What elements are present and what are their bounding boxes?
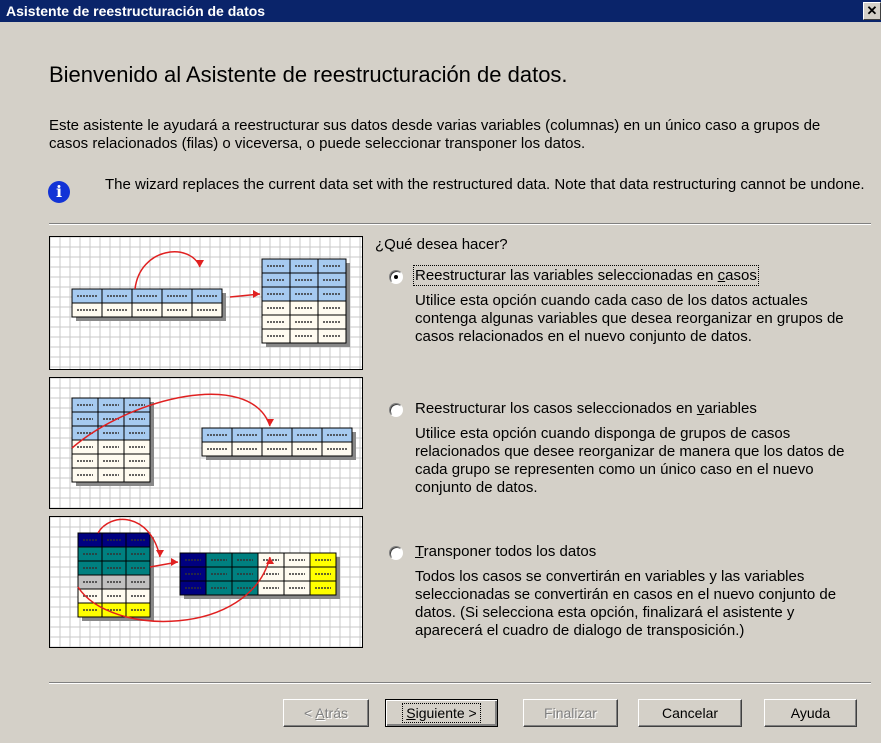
- window-title: Asistente de reestructuración de datos: [6, 3, 266, 19]
- option-label[interactable]: Reestructurar las variables seleccionada…: [413, 265, 759, 286]
- arrow-head: [156, 550, 164, 557]
- info-text: The wizard replaces the current data set…: [105, 176, 865, 193]
- question-label: ¿Qué desea hacer?: [375, 236, 508, 253]
- arrow-head: [171, 558, 178, 566]
- bottom-divider: [49, 682, 871, 684]
- arrow-head: [266, 419, 274, 426]
- help-button[interactable]: Ayuda: [764, 699, 857, 727]
- radio-variables-to-cases[interactable]: [389, 270, 403, 284]
- top-divider: [49, 223, 871, 225]
- radio-cases-to-variables[interactable]: [389, 403, 403, 417]
- title-bar: Asistente de reestructuración de datos ✕: [0, 0, 881, 22]
- option-description: Todos los casos se convertirán en variab…: [415, 568, 837, 639]
- radio-transpose[interactable]: [389, 546, 403, 560]
- option-description: Utilice esta opción cuando cada caso de …: [415, 292, 844, 345]
- illustration-cases-to-variables: [49, 377, 363, 509]
- illustration-variables-to-cases: [49, 236, 363, 370]
- intro-text: Este asistente le ayudará a reestructura…: [49, 117, 821, 152]
- info-icon: i: [48, 181, 70, 203]
- illustration-transpose: [49, 516, 363, 648]
- next-button[interactable]: Siguiente >: [385, 699, 498, 727]
- back-button[interactable]: < Atrás: [283, 699, 369, 727]
- cancel-button[interactable]: Cancelar: [638, 699, 742, 727]
- arrow-head: [196, 260, 204, 267]
- page-title: Bienvenido al Asistente de reestructurac…: [49, 62, 568, 87]
- close-icon: ✕: [866, 3, 878, 18]
- finish-button[interactable]: Finalizar: [523, 699, 618, 727]
- option-label[interactable]: Transponer todos los datos: [415, 543, 596, 560]
- option-description: Utilice esta opción cuando disponga de g…: [415, 425, 845, 496]
- close-button[interactable]: ✕: [863, 2, 881, 20]
- option-label[interactable]: Reestructurar los casos seleccionados en…: [415, 400, 757, 417]
